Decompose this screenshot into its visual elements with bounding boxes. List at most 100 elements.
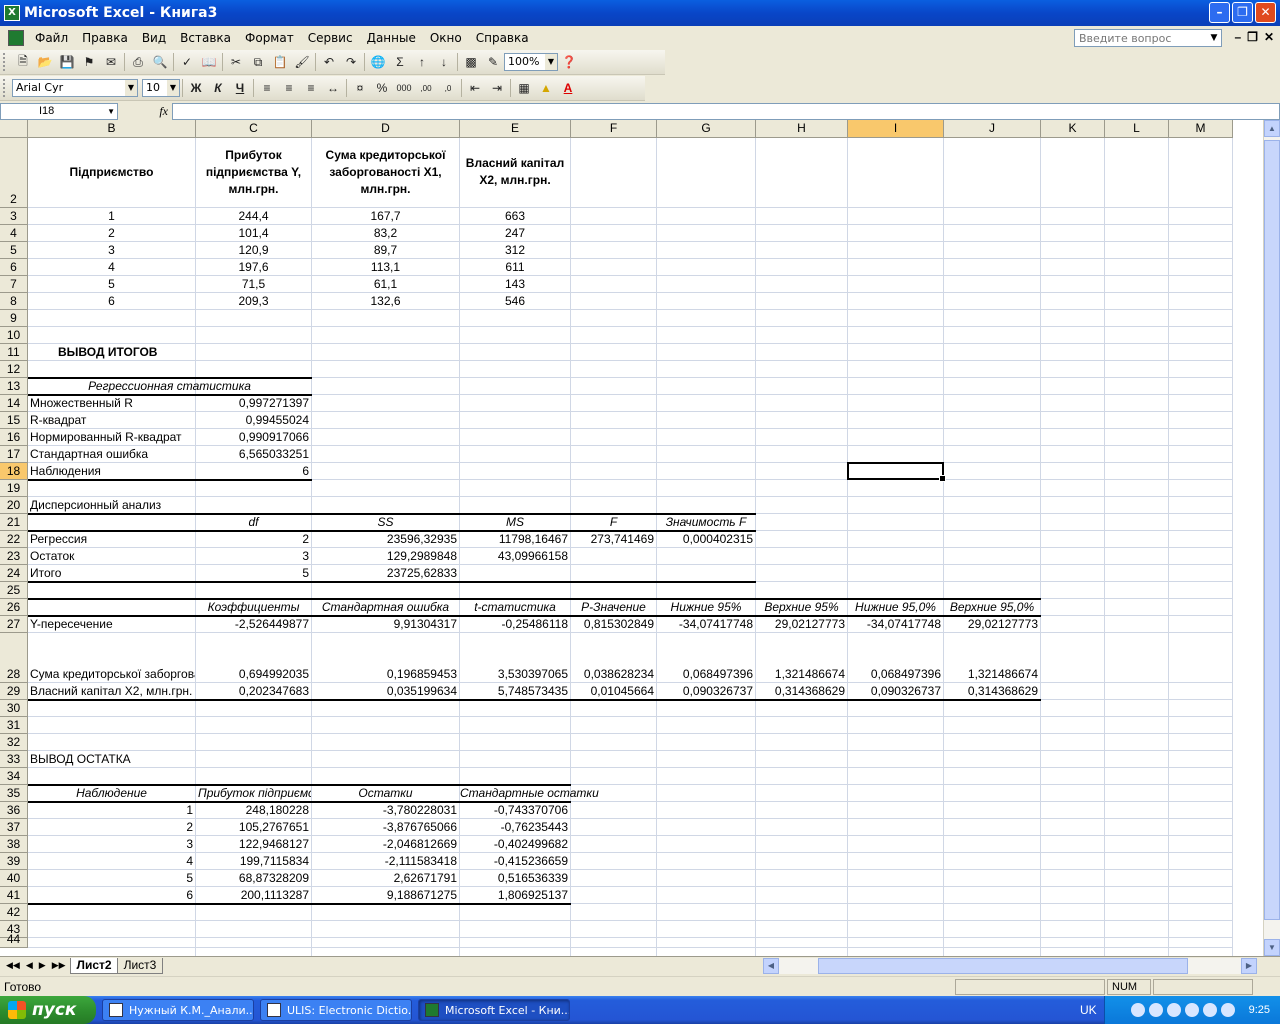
column-header-e[interactable]: E (460, 120, 571, 138)
row-header-36[interactable]: 36 (0, 802, 28, 819)
name-box[interactable]: I18 ▼ (0, 102, 118, 120)
format-painter-icon[interactable]: 🖌 (291, 52, 313, 72)
row-header-41[interactable]: 41 (0, 887, 28, 904)
row-header-38[interactable]: 38 (0, 836, 28, 853)
help-icon[interactable]: ❓ (558, 52, 580, 72)
shield-icon[interactable] (1184, 1003, 1199, 1017)
row-header-11[interactable]: 11 (0, 344, 28, 361)
chevron-down-icon[interactable]: ▼ (167, 80, 179, 96)
sort-ascending-icon[interactable]: ↑ (411, 52, 433, 72)
column-header-i[interactable]: I (848, 120, 944, 138)
row-header-25[interactable]: 25 (0, 582, 28, 599)
scroll-down-icon[interactable]: ▼ (1264, 939, 1280, 956)
permission-icon[interactable]: ⚑ (78, 52, 100, 72)
row-header-39[interactable]: 39 (0, 853, 28, 870)
row-header-40[interactable]: 40 (0, 870, 28, 887)
chart-wizard-icon[interactable]: ▩ (460, 52, 482, 72)
undo-icon[interactable]: ↶ (318, 52, 340, 72)
font-name-select[interactable]: Arial Cyr ▼ (12, 79, 138, 97)
chevron-down-icon[interactable]: ▼ (107, 104, 115, 119)
task-word-doc[interactable]: Нужный К.М._Анали... (102, 999, 254, 1021)
fx-icon[interactable]: fx (118, 104, 170, 119)
row-header-4[interactable]: 4 (0, 225, 28, 242)
hyperlink-icon[interactable]: 🌐 (367, 52, 389, 72)
row-header-35[interactable]: 35 (0, 785, 28, 802)
decrease-decimal-icon[interactable]: ,0 (437, 78, 459, 98)
column-header-k[interactable]: K (1041, 120, 1105, 138)
last-sheet-icon[interactable]: ▶▶ (52, 960, 66, 971)
row-header-19[interactable]: 19 (0, 480, 28, 497)
workbook-icon[interactable] (8, 30, 24, 46)
row-header-3[interactable]: 3 (0, 208, 28, 225)
paste-icon[interactable]: 📋 (269, 52, 291, 72)
borders-icon[interactable]: ▦ (513, 78, 535, 98)
currency-icon[interactable]: ¤ (349, 78, 371, 98)
research-icon[interactable]: 📖 (198, 52, 220, 72)
row-header-8[interactable]: 8 (0, 293, 28, 310)
italic-icon[interactable]: К (207, 78, 229, 98)
prev-sheet-icon[interactable]: ◀ (26, 960, 33, 971)
menu-format[interactable]: Формат (238, 31, 301, 45)
column-header-j[interactable]: J (944, 120, 1041, 138)
column-header-m[interactable]: M (1169, 120, 1233, 138)
row-header-28[interactable]: 28 (0, 633, 28, 683)
font-size-select[interactable]: 10 ▼ (142, 79, 180, 97)
row-header-32[interactable]: 32 (0, 734, 28, 751)
tray-app-icon[interactable] (1220, 1003, 1235, 1017)
scroll-right-icon[interactable]: ▶ (1241, 958, 1257, 974)
column-header-c[interactable]: C (196, 120, 312, 138)
autosum-icon[interactable]: Σ (389, 52, 411, 72)
doc-minimize-button[interactable]: – (1234, 30, 1241, 44)
row-header-23[interactable]: 23 (0, 548, 28, 565)
column-header-g[interactable]: G (657, 120, 756, 138)
select-all-corner[interactable] (0, 120, 28, 138)
menu-help[interactable]: Справка (469, 31, 536, 45)
cut-icon[interactable]: ✂ (225, 52, 247, 72)
close-button[interactable]: ✕ (1255, 2, 1276, 23)
save-icon[interactable]: 💾 (56, 52, 78, 72)
row-header-18[interactable]: 18 (0, 463, 28, 480)
row-header-10[interactable]: 10 (0, 327, 28, 344)
start-button[interactable]: пуск (0, 996, 96, 1024)
column-header-h[interactable]: H (756, 120, 848, 138)
menu-window[interactable]: Окно (423, 31, 469, 45)
row-header-26[interactable]: 26 (0, 599, 28, 616)
print-icon[interactable]: ⎙ (127, 52, 149, 72)
row-header-16[interactable]: 16 (0, 429, 28, 446)
open-icon[interactable]: 📂 (34, 52, 56, 72)
next-sheet-icon[interactable]: ▶ (39, 960, 46, 971)
menu-edit[interactable]: Правка (75, 31, 135, 45)
comma-style-icon[interactable]: 000 (393, 78, 415, 98)
row-header-29[interactable]: 29 (0, 683, 28, 700)
percent-icon[interactable]: % (371, 78, 393, 98)
redo-icon[interactable]: ↷ (340, 52, 362, 72)
vertical-scrollbar[interactable]: ▲ ▼ (1263, 120, 1280, 956)
h-scroll-thumb[interactable] (818, 958, 1188, 974)
menu-view[interactable]: Вид (135, 31, 173, 45)
align-center-icon[interactable]: ≡ (278, 78, 300, 98)
tab-sheet2[interactable]: Лист2 (69, 957, 119, 974)
new-icon[interactable]: 🗎 (12, 52, 34, 72)
row-header-33[interactable]: 33 (0, 751, 28, 768)
language-indicator[interactable]: UK (1080, 996, 1097, 1024)
row-header-6[interactable]: 6 (0, 259, 28, 276)
doc-restore-button[interactable]: ❐ (1247, 30, 1258, 44)
volume-icon[interactable] (1202, 1003, 1217, 1017)
align-right-icon[interactable]: ≡ (300, 78, 322, 98)
toolbar-grip[interactable] (3, 53, 9, 71)
task-dictionary[interactable]: ULIS: Electronic Dictio... (260, 999, 412, 1021)
horizontal-scrollbar[interactable]: ◀ ▶ (763, 958, 1257, 974)
restore-button[interactable]: ❐ (1232, 2, 1253, 23)
row-header-27[interactable]: 27 (0, 616, 28, 633)
column-header-f[interactable]: F (571, 120, 657, 138)
antivirus-icon[interactable] (1166, 1003, 1181, 1017)
merge-center-icon[interactable]: ↔ (322, 78, 344, 98)
tray-arrow-icon[interactable] (1130, 1003, 1145, 1017)
spelling-icon[interactable]: ✓ (176, 52, 198, 72)
increase-decimal-icon[interactable]: ,00 (415, 78, 437, 98)
row-header-20[interactable]: 20 (0, 497, 28, 514)
chevron-down-icon[interactable]: ▼ (545, 54, 557, 70)
chevron-down-icon[interactable]: ▼ (125, 80, 137, 96)
row-header-24[interactable]: 24 (0, 565, 28, 582)
tab-sheet3[interactable]: Лист3 (116, 957, 164, 974)
